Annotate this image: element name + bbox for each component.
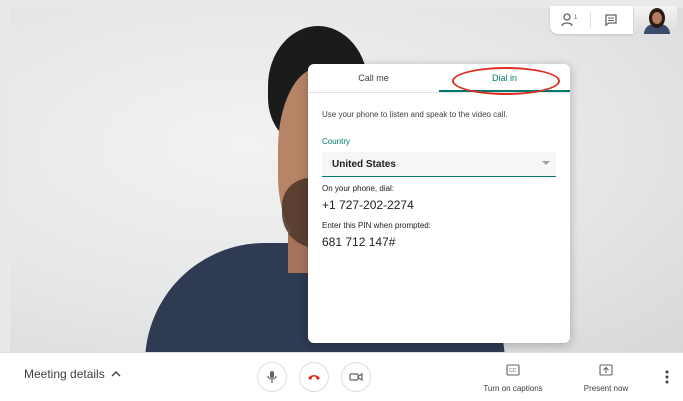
participants-button[interactable]: 1 <box>550 6 590 34</box>
country-label: Country <box>322 137 351 146</box>
people-icon: 1 <box>561 13 578 27</box>
dial-label: On your phone, dial: <box>322 184 395 193</box>
bottom-bar: Meeting details CC Turn on captions Pres… <box>0 352 683 401</box>
self-view-thumbnail[interactable] <box>634 6 677 34</box>
country-select[interactable]: United States <box>322 152 556 177</box>
pin-label: Enter this PIN when prompted: <box>322 221 431 230</box>
top-controls: 1 <box>550 6 633 34</box>
camera-icon <box>349 372 363 382</box>
present-icon <box>599 364 613 376</box>
dial-number: +1 727-202-2274 <box>322 198 414 212</box>
hang-up-button[interactable] <box>299 362 329 392</box>
present-label: Present now <box>583 384 629 393</box>
more-vert-icon <box>665 370 669 384</box>
present-now-button[interactable]: Present now <box>575 363 637 393</box>
pin-value: 681 712 147# <box>322 235 396 249</box>
meeting-details-button[interactable]: Meeting details <box>24 367 121 381</box>
instructions-text: Use your phone to listen and speak to th… <box>322 110 508 119</box>
chat-button[interactable] <box>591 6 631 34</box>
microphone-icon <box>267 371 277 383</box>
captions-button[interactable]: CC Turn on captions <box>478 363 548 393</box>
meeting-details-label: Meeting details <box>24 367 105 381</box>
microphone-button[interactable] <box>257 362 287 392</box>
camera-button[interactable] <box>341 362 371 392</box>
self-view-face <box>652 12 662 24</box>
country-value: United States <box>332 159 396 170</box>
panel-tabs: Call me Dial in <box>308 64 570 95</box>
active-tab-indicator <box>439 90 570 92</box>
tab-call-me[interactable]: Call me <box>308 64 439 92</box>
svg-text:CC: CC <box>509 368 517 374</box>
captions-label: Turn on captions <box>483 384 543 393</box>
hang-up-icon <box>308 375 320 380</box>
tab-dial-in[interactable]: Dial in <box>439 64 570 92</box>
participant-count: 1 <box>574 15 578 21</box>
chevron-up-icon <box>111 371 121 377</box>
dropdown-arrow-icon <box>542 161 550 165</box>
captions-icon: CC <box>506 364 520 376</box>
more-options-button[interactable] <box>660 367 674 387</box>
chat-icon <box>605 14 617 27</box>
dial-in-panel: Call me Dial in Use your phone to listen… <box>308 64 570 343</box>
